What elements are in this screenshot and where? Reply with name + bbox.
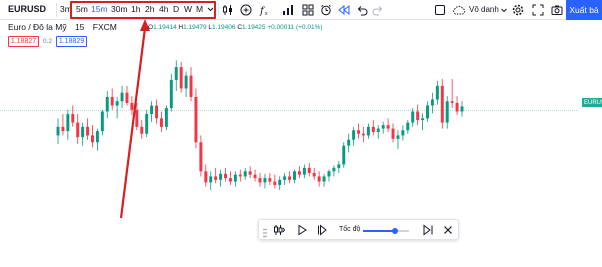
speed-slider-fill [363,230,396,232]
chart-window: EURUSD 3m 5m 15m 30m 1h 2h 4h D W M fx V… [0,0,602,267]
sell-button[interactable]: 1.18827 [8,36,39,47]
close-value: 1.19425 [242,24,266,31]
play-icon[interactable] [296,224,308,236]
low-value: 1.19406 [212,24,236,31]
speed-label: Tốc độ [339,226,361,233]
select-bar-icon[interactable] [273,224,285,236]
buy-button[interactable]: 1.18829 [56,36,87,47]
close-icon[interactable] [442,224,454,236]
speed-slider[interactable] [363,228,409,234]
step-forward-icon[interactable] [316,224,328,236]
change-value: +0.00011 (+0.01%) [267,24,323,31]
replay-toolbar: Tốc độ [258,219,459,240]
speed-slider-knob[interactable] [392,228,399,234]
current-price-tag: EURUSD [582,98,602,107]
chart-legend-title[interactable]: Euro / Đô la Mỹ 15 FXCM [8,22,117,32]
symbol-description: Euro / Đô la Mỹ [8,22,67,32]
drag-handle-icon[interactable] [263,225,267,238]
price-scale[interactable] [578,20,602,267]
jump-to-realtime-icon[interactable] [422,224,434,236]
ohlc-values: O1.19414 H1.19479 L1.19406 C1.19425 +0.0… [148,24,323,31]
high-value: 1.19479 [183,24,207,31]
interval-label: 15 [74,22,85,32]
spread-value: 0.2 [43,38,53,45]
exchange-label: FXCM [92,22,117,32]
open-value: 1.19414 [153,24,177,31]
